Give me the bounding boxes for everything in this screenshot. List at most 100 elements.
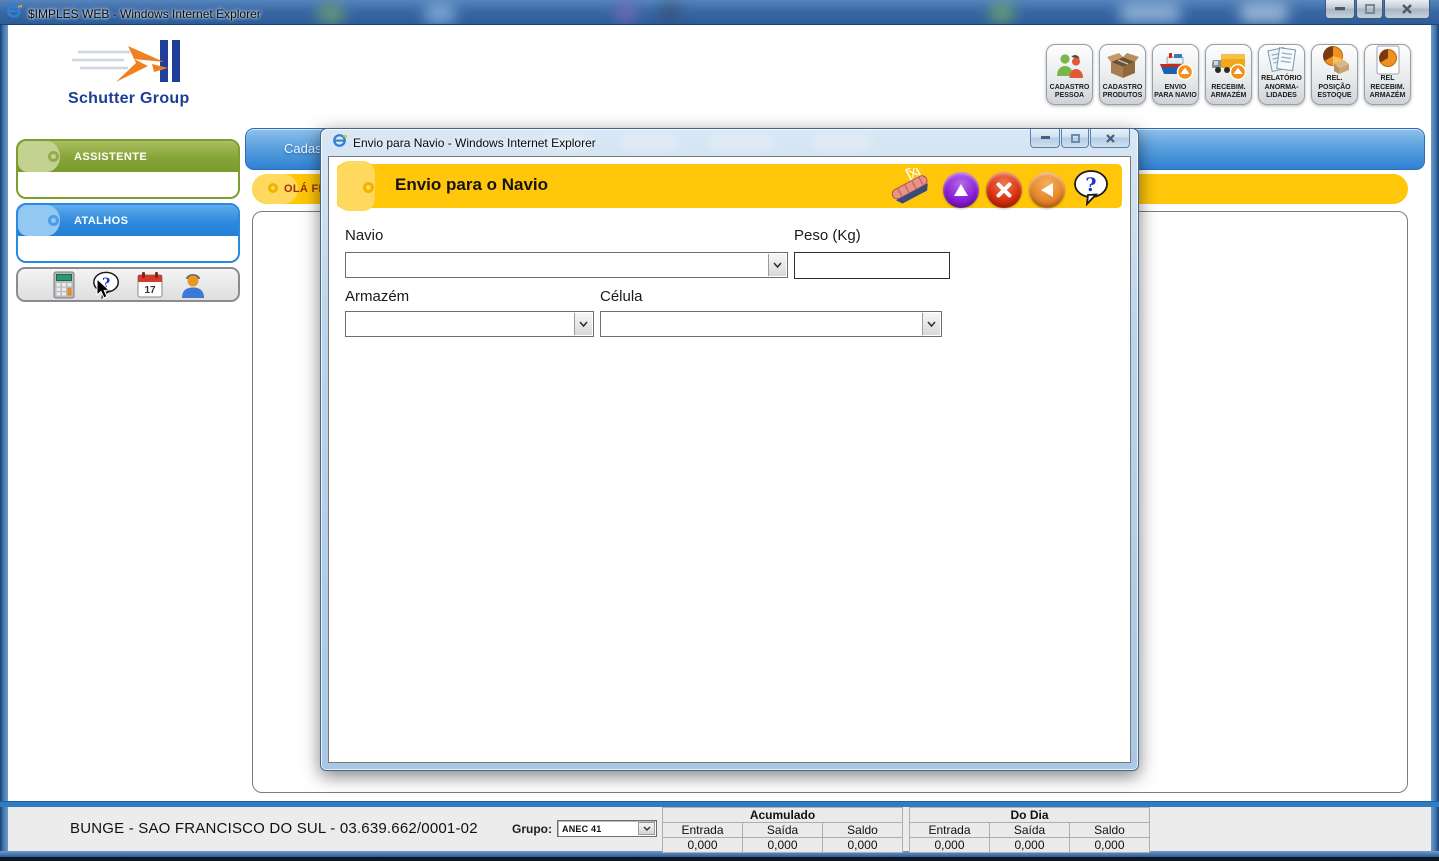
glass-blur-decoration [621,136,677,148]
toolbar-cadastro-pessoa-button[interactable]: CADASTRO PESSOA [1046,44,1093,105]
company-name: BUNGE - SAO FRANCISCO DO SUL - 03.639.66… [70,820,478,837]
armazem-select[interactable] [345,311,594,337]
glass-blur-decoration [1120,3,1180,23]
col-header: Entrada [663,823,743,838]
user-button[interactable] [178,271,208,299]
acumulado-table: Acumulado Entrada Saída Saldo 0,000 0,00… [662,807,903,853]
col-header: Saída [743,823,823,838]
dialog-maximize-button[interactable] [1061,129,1089,148]
navio-select[interactable] [345,252,788,278]
toolbar-label: ENVIO PARA NAVIO [1154,84,1197,102]
envio-para-navio-dialog: Envio para Navio - Windows Internet Expl… [320,128,1139,771]
dialog-title: Envio para Navio - Windows Internet Expl… [353,136,596,150]
screen: $IMPLES WEB - Windows Internet Explorer [0,0,1439,861]
cell-value: 0,000 [910,838,990,853]
ship-icon [1158,48,1194,84]
glass-blur-decoration [318,4,344,24]
peso-input[interactable] [794,252,950,279]
dialog-close-button[interactable] [1090,129,1130,148]
grupo-select[interactable]: ANEC 41 [557,820,657,837]
up-arrow-button[interactable] [943,172,979,208]
help-button[interactable]: ? [1072,168,1110,211]
maximize-icon [1365,4,1375,14]
toolbar-label: RELATÓRIO ANORMA- LIDADES [1260,75,1303,101]
status-bar: BUNGE - SAO FRANCISCO DO SUL - 03.639.66… [8,807,1431,851]
sidebar-tools-bar: ? 17 [16,267,240,302]
atalhos-panel: ATALHOS [16,203,240,263]
dialog-content: Envio para o Navio [328,156,1131,763]
glass-blur-decoration [990,3,1014,23]
pie-box-icon [1318,45,1352,75]
table-title: Do Dia [910,808,1150,823]
glass-blur-decoration [709,136,773,148]
toolbar-envio-para-navio-button[interactable]: ENVIO PARA NAVIO [1152,44,1199,105]
toolbar-label: REL RECEBIM. ARMAZÉM [1366,75,1409,101]
dialog-header-bar: Envio para o Navio [337,164,1122,208]
close-icon [1402,4,1412,14]
logo-text: Schutter Group [68,90,190,108]
toolbar-rel-posicao-estoque-button[interactable]: REL. POSIÇÃO ESTOQUE [1311,44,1358,105]
grupo-label: Grupo: [512,822,552,836]
col-header: Saldo [823,823,903,838]
minimize-icon [1335,7,1345,11]
maximize-icon [1071,134,1080,143]
toolbar-recebim-armazem-button[interactable]: RECEBIM. ARMAZÉM [1205,44,1252,105]
chevron-down-icon [638,822,655,835]
up-arrow-icon [953,183,969,197]
calculator-button[interactable] [49,271,79,299]
chevron-down-icon [922,313,940,335]
assistente-panel-header[interactable]: ASSISTENTE [18,141,238,172]
svg-text:?: ? [1085,174,1096,196]
dialog-minimize-button[interactable] [1030,129,1060,148]
ie-logo-icon [332,133,347,153]
close-icon [1106,134,1115,143]
x-icon [996,182,1012,198]
glass-blur-decoration [813,136,871,148]
toolbar-relatorio-anormalidades-button[interactable]: RELATÓRIO ANORMA- LIDADES [1258,44,1305,105]
glass-blur-decoration [660,4,680,22]
help-bubble-icon: ? [92,270,122,300]
box-icon [1106,48,1140,84]
calendar-icon: 17 [136,271,164,299]
dialog-header-title: Envio para o Navio [395,175,548,195]
celula-select[interactable] [600,311,942,337]
atalhos-panel-header[interactable]: ATALHOS [18,205,238,236]
cell-value: 0,000 [663,838,743,853]
panel-ring-icon [48,151,59,162]
navio-label: Navio [345,227,383,244]
main-toolbar: CADASTRO PESSOA CADASTRO PRODUTOS [1046,44,1411,105]
atalhos-label: ATALHOS [74,215,128,227]
back-arrow-button[interactable] [1029,172,1065,208]
assistente-panel: ASSISTENTE [16,139,240,199]
ie-logo-icon [6,3,22,24]
help-bubble-button[interactable]: ? [92,271,122,299]
minimize-button[interactable] [1325,0,1355,19]
greeting-ring-icon [268,183,278,193]
calendar-button[interactable]: 17 [135,271,165,299]
svg-text:17: 17 [144,285,156,296]
cell-value: 0,000 [823,838,903,853]
dialog-header-ring-icon [363,182,374,193]
toolbar-label: CADASTRO PRODUTOS [1101,84,1144,102]
toolbar-label: REL. POSIÇÃO ESTOQUE [1313,75,1356,101]
dialog-titlebar: Envio para Navio - Windows Internet Expl… [321,129,1138,156]
window-border-edge [0,857,1439,861]
chevron-down-icon [768,254,786,276]
user-icon [179,271,207,299]
close-button[interactable] [1384,0,1430,19]
toolbar-rel-recebim-armazem-button[interactable]: REL RECEBIM. ARMAZÉM [1364,44,1411,105]
toolbar-cadastro-produtos-button[interactable]: CADASTRO PRODUTOS [1099,44,1146,105]
schutter-group-logo: Schutter Group [64,40,194,112]
truck-icon [1211,48,1247,84]
close-x-button[interactable] [986,172,1022,208]
chevron-down-icon [574,313,592,335]
do-dia-table: Do Dia Entrada Saída Saldo 0,000 0,000 0… [909,807,1150,853]
glass-blur-decoration [615,3,637,23]
window-border-right [1431,25,1439,855]
maximize-button[interactable] [1356,0,1383,19]
window-title: $IMPLES WEB - Windows Internet Explorer [28,7,261,21]
grupo-select-value: ANEC 41 [562,824,601,834]
window-border-left [0,25,8,855]
table-title: Acumulado [663,808,903,823]
calculator-icon [52,271,76,299]
